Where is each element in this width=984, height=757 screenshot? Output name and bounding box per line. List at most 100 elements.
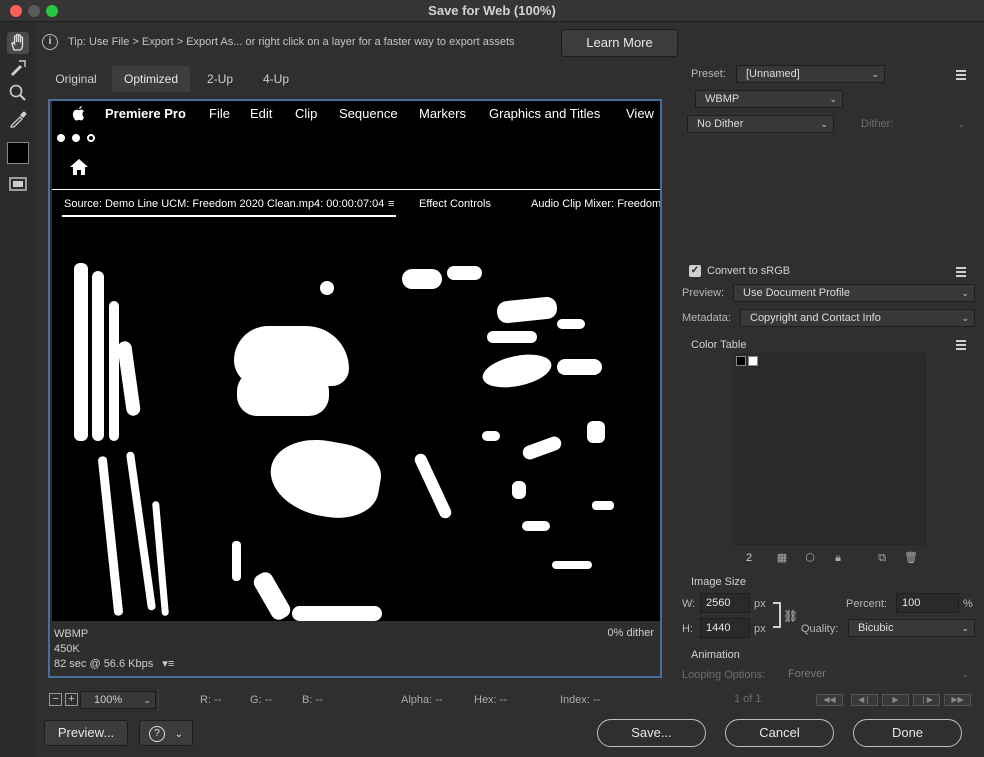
preset-label: Preset: — [691, 68, 726, 80]
previous-frame-button[interactable]: ◀❘ — [851, 694, 878, 706]
tool-column — [0, 22, 36, 757]
color-swatch-white[interactable] — [748, 356, 758, 366]
dither-algorithm-dropdown[interactable]: No Dither ⌄ — [687, 115, 834, 133]
image-menu-item: Graphics and Titles — [489, 106, 601, 121]
chevron-down-icon: ⌄ — [961, 623, 969, 633]
metadata-label: Metadata: — [682, 312, 731, 324]
preview-button[interactable]: Preview... — [44, 720, 128, 746]
zoom-level-dropdown[interactable]: 100% ⌄ — [80, 691, 156, 709]
looping-options-label: Looping Options: — [682, 669, 766, 681]
color-swatch-black[interactable] — [736, 356, 746, 366]
title-bar: Save for Web (100%) — [0, 0, 984, 22]
image-tab-underline — [62, 215, 396, 217]
percent-field[interactable]: 100 — [896, 593, 959, 613]
image-menu-item: View — [626, 106, 654, 121]
bottom-button-bar: Preview... ? ⌄ Save... Cancel Done — [36, 713, 984, 757]
chevron-down-icon: ⌄ — [961, 288, 969, 298]
home-icon — [69, 158, 89, 179]
chevron-down-icon: ⌄ — [957, 119, 965, 129]
dither-amount-field[interactable]: ⌄ — [902, 115, 971, 133]
image-audio-mixer-label: Audio Clip Mixer: Freedom — [531, 198, 660, 210]
quality-dropdown[interactable]: Bicubic ⌄ — [848, 619, 975, 637]
tab-4-up[interactable]: 4-Up — [248, 66, 304, 92]
preview-label: Preview: — [682, 287, 725, 299]
download-speed-menu-icon[interactable]: ▾≡ — [162, 658, 174, 670]
chevron-down-icon: ⌄ — [820, 119, 828, 129]
image-window-dots — [57, 131, 102, 145]
trash-icon[interactable]: 🗑︎ — [904, 552, 918, 564]
web-snap-icon[interactable]: ▦ — [776, 552, 788, 564]
new-color-icon[interactable]: ⧉ — [876, 552, 888, 564]
preset-menu-icon[interactable] — [952, 70, 966, 80]
metadata-dropdown[interactable]: Copyright and Contact Info ⌄ — [740, 309, 975, 327]
first-frame-button[interactable]: ◀◀ — [816, 694, 843, 706]
image-effect-controls-label: Effect Controls — [419, 198, 491, 210]
image-menubar: Premiere Pro File Edit Clip Sequence Mar… — [52, 103, 660, 125]
zoom-in-button[interactable]: + — [65, 693, 78, 706]
blue-readout: B: -- — [302, 694, 323, 706]
play-button[interactable]: ▶ — [882, 694, 909, 706]
color-count: 2 — [746, 552, 753, 564]
next-frame-button[interactable]: ❘▶ — [913, 694, 940, 706]
dither-percent-info: 0% dither — [607, 627, 654, 639]
height-unit: px — [754, 623, 766, 635]
zoom-tool-icon[interactable] — [7, 82, 29, 104]
cube-icon[interactable]: ⬡ — [804, 552, 816, 564]
chevron-down-icon: ⌄ — [829, 94, 837, 104]
convert-srgb-checkbox[interactable]: ✓ — [689, 265, 701, 277]
frame-counter: 1 of 1 — [734, 693, 762, 705]
slice-select-icon[interactable] — [7, 57, 29, 79]
width-unit: px — [754, 598, 766, 610]
chevron-down-icon: ⌄ — [143, 695, 151, 705]
looping-options-dropdown[interactable]: Forever ⌄ — [778, 665, 975, 683]
slice-visibility-icon[interactable] — [7, 173, 29, 195]
chevron-down-icon: ⌄ — [961, 669, 969, 679]
format-info: WBMP — [54, 628, 89, 640]
chevron-down-icon: ⌄ — [961, 313, 969, 323]
width-field[interactable]: 2560 — [700, 593, 750, 613]
optimized-preview-image[interactable]: Premiere Pro File Edit Clip Sequence Mar… — [52, 101, 660, 621]
cancel-button[interactable]: Cancel — [725, 719, 834, 747]
image-source-label: Source: Demo Line UCM: Freedom 2020 Clea… — [64, 198, 385, 210]
green-readout: G: -- — [250, 694, 272, 706]
last-frame-button[interactable]: ▶▶ — [944, 694, 971, 706]
chevron-down-icon: ⌄ — [174, 729, 183, 740]
height-field[interactable]: 1440 — [700, 618, 750, 638]
red-readout: R: -- — [200, 694, 222, 706]
download-time-info: 82 sec @ 56.6 Kbps ▾≡ — [54, 658, 175, 670]
lock-icon[interactable]: 🔒︎ — [832, 552, 844, 564]
index-readout: Index: -- — [560, 694, 601, 706]
percent-unit: % — [963, 598, 973, 610]
browser-preview-button[interactable]: ? ⌄ — [139, 720, 193, 746]
done-button[interactable]: Done — [853, 719, 962, 747]
width-label: W: — [682, 598, 696, 610]
learn-more-button[interactable]: Learn More — [561, 29, 678, 57]
color-table-menu-icon[interactable] — [952, 340, 966, 350]
window-title: Save for Web (100%) — [428, 3, 556, 18]
percent-label: Percent: — [846, 598, 887, 610]
chain-link-icon[interactable]: ⛓︎ — [783, 609, 798, 623]
browser-icon: ? — [148, 725, 165, 742]
preset-dropdown[interactable]: [Unnamed] ⌄ — [736, 65, 885, 83]
image-menu-item: File — [209, 106, 230, 121]
hex-readout: Hex: -- — [474, 694, 507, 706]
image-menu-item: Edit — [250, 106, 273, 121]
convert-srgb-label: Convert to sRGB — [707, 265, 791, 277]
height-label: H: — [682, 623, 693, 635]
tab-original[interactable]: Original — [42, 66, 110, 92]
image-menu-app: Premiere Pro — [105, 106, 186, 121]
tab-optimized[interactable]: Optimized — [112, 66, 190, 92]
zoom-out-button[interactable]: − — [49, 693, 62, 706]
tip-text: Tip: Use File > Export > Export As... or… — [68, 36, 515, 48]
color-table-header: Color Table — [691, 339, 747, 351]
file-format-dropdown[interactable]: WBMP ⌄ — [695, 90, 843, 108]
eyedropper-icon[interactable] — [7, 107, 29, 129]
image-panel-tabs: Source: Demo Line UCM: Freedom 2020 Clea… — [52, 198, 660, 216]
tab-2-up[interactable]: 2-Up — [192, 66, 248, 92]
hand-tool-icon[interactable] — [7, 32, 29, 54]
preview-profile-dropdown[interactable]: Use Document Profile ⌄ — [733, 284, 975, 302]
save-button[interactable]: Save... — [597, 719, 706, 747]
color-swatch[interactable] — [7, 142, 29, 164]
settings-menu-icon[interactable] — [952, 267, 966, 277]
link-bracket — [773, 602, 781, 628]
